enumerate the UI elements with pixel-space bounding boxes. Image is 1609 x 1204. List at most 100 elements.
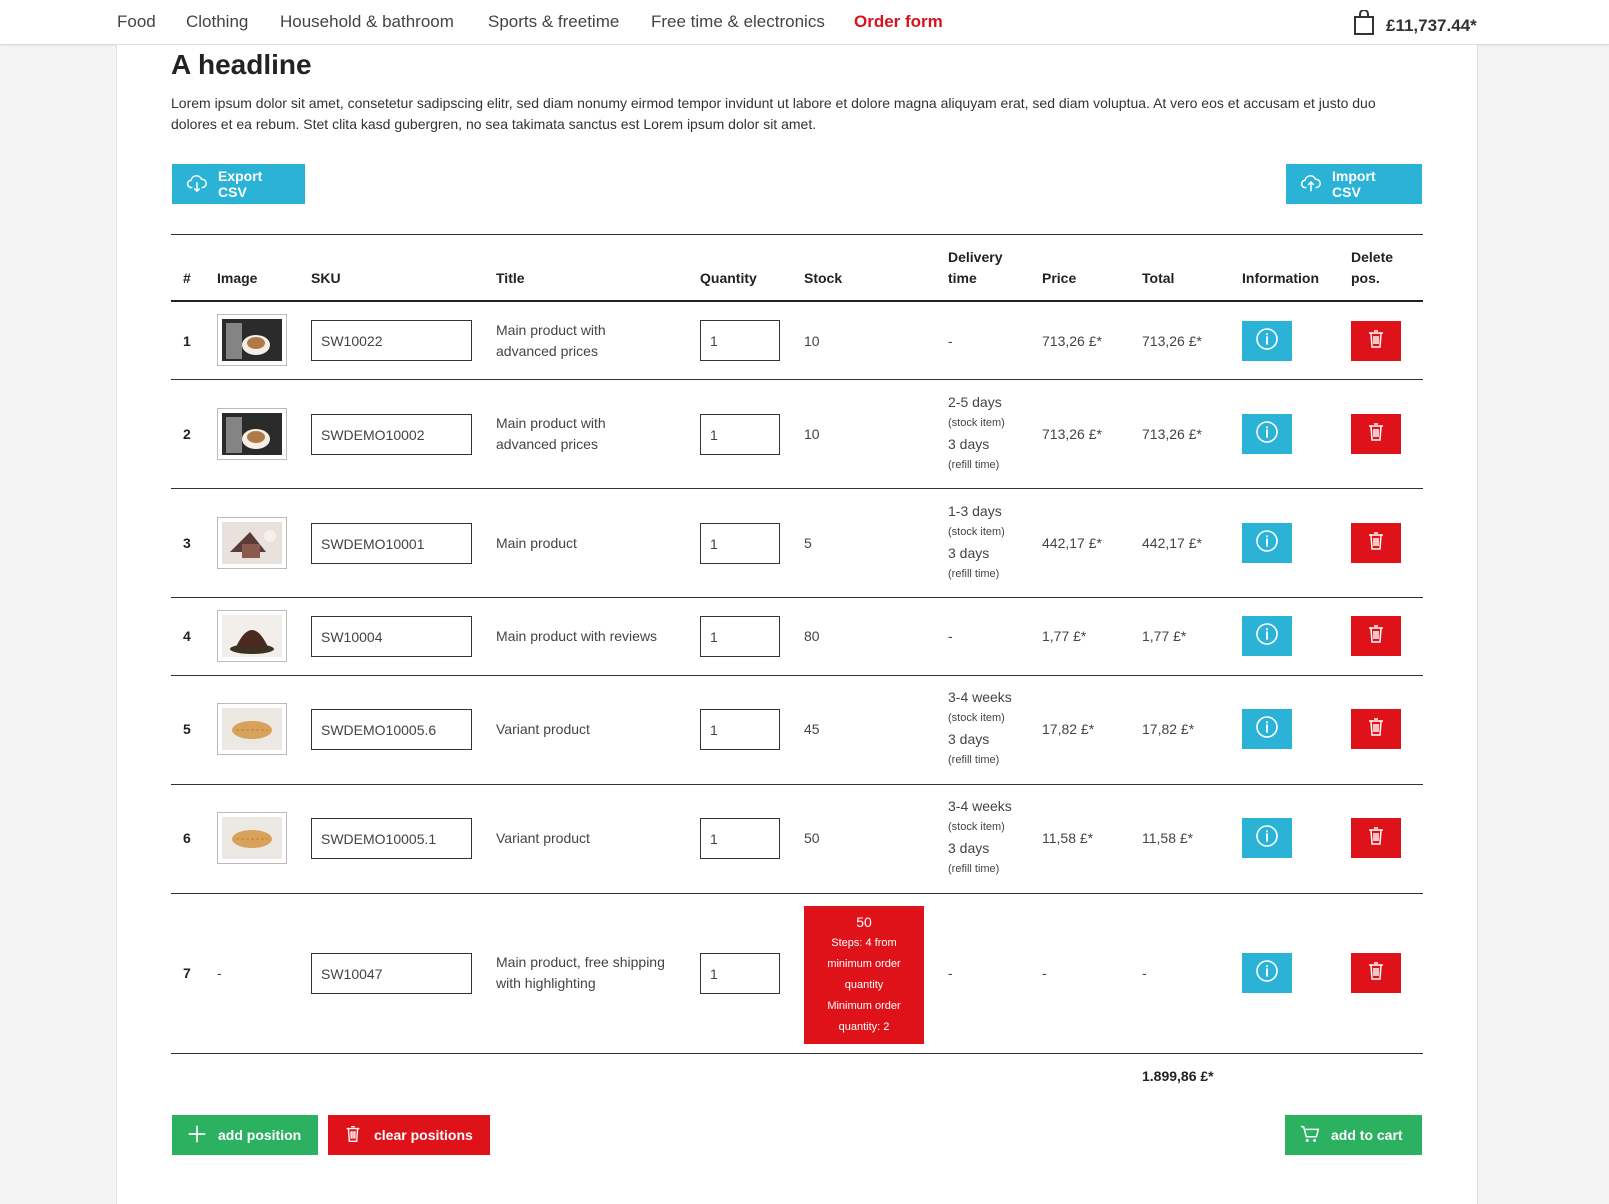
total-value: 1,77 £* (1142, 628, 1187, 644)
info-icon (1255, 529, 1279, 558)
sku-input[interactable] (311, 709, 472, 750)
order-table: # Image SKU Title Quantity Stock Deliver… (171, 234, 1423, 1084)
quantity-input[interactable] (700, 953, 780, 994)
add-position-label: add position (218, 1127, 302, 1143)
quantity-input[interactable] (700, 616, 780, 657)
delivery-stock-note: (stock item) (948, 526, 1005, 538)
delete-position-button[interactable] (1351, 953, 1401, 993)
sku-input[interactable] (311, 818, 472, 859)
delivery-stock-time: 3-4 weeks (948, 689, 1012, 705)
info-button[interactable] (1242, 953, 1292, 993)
trash-icon (1364, 529, 1388, 558)
sku-input[interactable] (311, 414, 472, 455)
stock-warning-box: 50 Steps: 4 from minimum order quantity … (804, 906, 924, 1044)
clear-positions-label: clear positions (374, 1127, 473, 1143)
row-number: 3 (183, 535, 191, 551)
delivery-refill-time: 3 days (948, 840, 990, 856)
stock-warning-line: minimum order (827, 958, 901, 970)
product-thumbnail[interactable] (217, 610, 287, 662)
delete-position-button[interactable] (1351, 414, 1401, 454)
quantity-input[interactable] (700, 818, 780, 859)
add-position-button[interactable]: add position (172, 1115, 318, 1155)
info-icon (1255, 622, 1279, 651)
sku-input[interactable] (311, 616, 472, 657)
sku-input[interactable] (311, 320, 472, 361)
plus-icon (186, 1123, 208, 1148)
row-number: 5 (183, 721, 191, 737)
delivery-time: - (948, 965, 953, 981)
delete-position-button[interactable] (1351, 616, 1401, 656)
price-value: 17,82 £* (1042, 721, 1095, 737)
nav-clothing[interactable]: Clothing (186, 12, 248, 32)
clear-positions-button[interactable]: clear positions (328, 1115, 490, 1155)
delivery-stock-time: 2-5 days (948, 394, 1002, 410)
delivery-time: - (948, 333, 953, 349)
trash-icon (1364, 420, 1388, 449)
header-quantity: Quantity (700, 270, 757, 286)
delivery-refill-note: (refill time) (948, 863, 1000, 875)
header-title: Title (496, 270, 525, 286)
product-thumbnail[interactable] (217, 703, 287, 755)
info-button[interactable] (1242, 616, 1292, 656)
price-value: - (1042, 965, 1047, 981)
info-button[interactable] (1242, 818, 1292, 858)
export-csv-label: Export CSV (218, 168, 263, 200)
import-csv-button[interactable]: Import CSV (1286, 164, 1422, 204)
quantity-input[interactable] (700, 320, 780, 361)
row-number: 1 (183, 333, 191, 349)
price-value: 11,58 £* (1042, 830, 1094, 846)
export-csv-button[interactable]: Export CSV (172, 164, 305, 204)
trash-icon (342, 1123, 364, 1148)
sku-input[interactable] (311, 523, 472, 564)
delivery-stock-note: (stock item) (948, 712, 1005, 724)
header-delivery-line1: Delivery (948, 249, 1003, 265)
quantity-input[interactable] (700, 709, 780, 750)
nav-food[interactable]: Food (117, 12, 156, 32)
cart-widget[interactable]: £11,737.44* (1352, 9, 1477, 41)
delete-position-button[interactable] (1351, 523, 1401, 563)
no-image-placeholder: - (217, 965, 222, 981)
product-thumbnail[interactable] (217, 408, 287, 460)
stock-value: 10 (804, 426, 820, 442)
nav-electronics[interactable]: Free time & electronics (651, 12, 825, 32)
stock-warning-line: quantity: 2 (838, 1021, 890, 1033)
info-button[interactable] (1242, 321, 1292, 361)
nav-household[interactable]: Household & bathroom (280, 12, 454, 32)
product-thumbnail[interactable] (217, 517, 287, 569)
product-thumbnail[interactable] (217, 812, 287, 864)
add-to-cart-label: add to cart (1331, 1127, 1403, 1143)
trash-icon (1364, 824, 1388, 853)
top-navigation: Food Clothing Household & bathroom Sport… (0, 0, 1609, 45)
table-row: 6 Variant product 50 3-4 weeks (stock it… (171, 785, 1423, 894)
cart-total: £11,737.44* (1386, 15, 1477, 35)
info-icon (1255, 715, 1279, 744)
delete-position-button[interactable] (1351, 818, 1401, 858)
delete-position-button[interactable] (1351, 709, 1401, 749)
delivery-refill-note: (refill time) (948, 568, 1000, 580)
cloud-upload-icon (1300, 172, 1322, 197)
product-thumbnail[interactable] (217, 314, 287, 366)
trash-icon (1364, 327, 1388, 356)
sku-input[interactable] (311, 953, 472, 994)
quantity-input[interactable] (700, 414, 780, 455)
add-to-cart-button[interactable]: add to cart (1285, 1115, 1422, 1155)
table-row: 7 - Main product, free shipping with hig… (171, 894, 1423, 1054)
nav-order-form[interactable]: Order form (854, 12, 943, 32)
stock-value: 45 (804, 721, 820, 737)
table-row: 1 Main product with advanced prices 10 -… (171, 302, 1423, 380)
delete-position-button[interactable] (1351, 321, 1401, 361)
row-number: 7 (183, 965, 191, 981)
total-value: 713,26 £* (1142, 333, 1202, 349)
header-price: Price (1042, 270, 1077, 286)
info-icon (1255, 327, 1279, 356)
shopping-bag-icon (1352, 9, 1376, 41)
info-icon (1255, 824, 1279, 853)
info-button[interactable] (1242, 414, 1292, 454)
info-button[interactable] (1242, 523, 1292, 563)
total-value: 11,58 £* (1142, 830, 1194, 846)
quantity-input[interactable] (700, 523, 780, 564)
nav-sports[interactable]: Sports & freetime (488, 12, 619, 32)
header-information: Information (1242, 270, 1319, 286)
info-button[interactable] (1242, 709, 1292, 749)
row-number: 4 (183, 628, 191, 644)
